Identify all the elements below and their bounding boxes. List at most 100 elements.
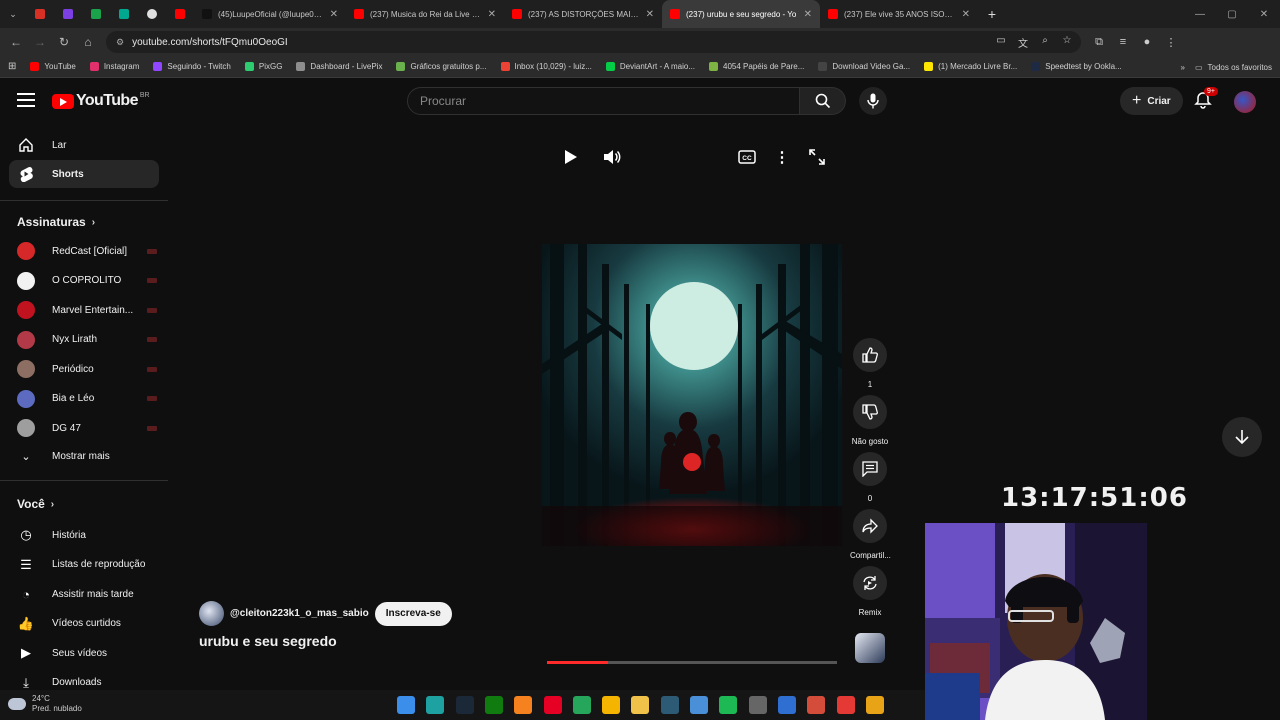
sidebar-item-playlist[interactable]: ☰ Listas de reprodução bbox=[9, 551, 159, 579]
app-orange-icon[interactable] bbox=[514, 696, 533, 714]
file-explorer-icon[interactable] bbox=[631, 696, 650, 714]
app-red-icon[interactable] bbox=[836, 696, 855, 714]
account-avatar[interactable] bbox=[1234, 91, 1256, 113]
notifications-button[interactable]: 9+ bbox=[1194, 87, 1218, 111]
bookmark-item[interactable]: Inbox (10,029) - luiz... bbox=[500, 62, 592, 71]
close-icon[interactable]: ✕ bbox=[646, 9, 654, 20]
share-button[interactable]: Compartil... bbox=[850, 509, 891, 560]
app-blue-icon[interactable] bbox=[777, 696, 796, 714]
close-icon[interactable]: ✕ bbox=[962, 9, 970, 20]
short-title[interactable]: urubu e seu segredo bbox=[199, 633, 337, 649]
volume-button[interactable] bbox=[601, 146, 623, 168]
close-icon[interactable]: ✕ bbox=[330, 9, 338, 20]
sidebar-subscription[interactable]: O COPRÓLITO bbox=[17, 269, 157, 293]
bookmark-item[interactable]: YouTube bbox=[30, 62, 76, 71]
translate-icon[interactable]: 文 bbox=[1013, 35, 1033, 50]
forward-icon[interactable]: → bbox=[28, 30, 52, 54]
cast-icon[interactable]: ▭ bbox=[991, 35, 1011, 50]
app-dark-icon[interactable] bbox=[660, 696, 679, 714]
sidebar-item-like[interactable]: 👍 Vídeos curtidos bbox=[9, 610, 159, 638]
captions-button[interactable]: CC bbox=[736, 146, 758, 168]
sidebar-item-watch-later[interactable]: ◔ Assistir mais tarde bbox=[9, 580, 159, 608]
close-icon[interactable]: ✕ bbox=[488, 9, 496, 20]
all-bookmarks[interactable]: » ▭ Todos os favoritos bbox=[1181, 56, 1273, 78]
url-bar[interactable]: ⚙ youtube.com/shorts/tFQmu0OeoGI ▭ 文 ⌕ ☆ bbox=[106, 31, 1081, 53]
you-heading[interactable]: Você › bbox=[17, 497, 54, 511]
play-button[interactable] bbox=[560, 146, 582, 168]
pinned-tab[interactable] bbox=[166, 0, 194, 28]
subscriptions-heading[interactable]: Assinaturas › bbox=[17, 215, 95, 229]
like-button[interactable]: 1 bbox=[850, 338, 890, 389]
dislike-button[interactable]: Não gosto bbox=[850, 395, 890, 446]
minimize-icon[interactable]: — bbox=[1184, 0, 1216, 28]
sidebar-item-history[interactable]: ◷ História bbox=[9, 521, 159, 549]
browser-tab[interactable]: (237) AS DISTORÇÕES MAIS CA ✕ bbox=[504, 0, 662, 28]
audio-source-button[interactable] bbox=[850, 633, 890, 663]
bookmark-star-icon[interactable]: ☆ bbox=[1057, 35, 1077, 50]
fullscreen-button[interactable] bbox=[806, 146, 828, 168]
bookmark-item[interactable]: Gráficos gratuitos p... bbox=[396, 62, 487, 71]
media-control-icon[interactable]: ≡ bbox=[1111, 36, 1135, 49]
bookmark-item[interactable]: (1) Mercado Livre Br... bbox=[924, 62, 1017, 71]
bookmark-item[interactable]: Seguindo - Twitch bbox=[153, 62, 231, 71]
browser-menu-icon[interactable]: ⋮ bbox=[1159, 36, 1183, 49]
bookmark-item[interactable]: PixGG bbox=[244, 62, 282, 71]
comments-button[interactable]: 0 bbox=[850, 452, 890, 503]
browser-tab[interactable]: (237) Ele vive 35 ANOS ISOLAD ✕ bbox=[820, 0, 978, 28]
close-window-icon[interactable]: ✕ bbox=[1248, 0, 1280, 28]
sidebar-item-home[interactable]: Lar bbox=[9, 131, 159, 159]
bookmark-item[interactable]: Speedtest by Ookla... bbox=[1031, 62, 1122, 71]
pinterest-icon[interactable] bbox=[543, 696, 562, 714]
channel-handle[interactable]: @cleiton223k1_o_mas_sabio bbox=[230, 608, 369, 619]
more-bookmarks-icon[interactable]: » bbox=[1181, 63, 1185, 72]
sidebar-subscription[interactable]: Periódico bbox=[17, 357, 157, 381]
subscribe-button[interactable]: Inscreva-se bbox=[374, 601, 452, 626]
windows-start-icon[interactable] bbox=[397, 696, 415, 714]
extensions-icon[interactable]: ⧉ bbox=[1087, 36, 1111, 49]
sidebar-subscription[interactable]: Marvel Entertain... bbox=[17, 298, 157, 322]
voice-search-button[interactable] bbox=[859, 87, 887, 115]
bookmark-item[interactable]: Instagram bbox=[89, 62, 139, 71]
youtube-logo[interactable]: YouTube BR bbox=[52, 92, 150, 110]
pinned-tab[interactable] bbox=[110, 0, 138, 28]
apps-grid-icon[interactable]: ⊞ bbox=[8, 61, 16, 72]
notepad-icon[interactable] bbox=[690, 696, 708, 714]
bookmark-item[interactable]: Download Video Ga... bbox=[818, 62, 910, 71]
browser-tab-active[interactable]: (237) urubu e seu segredo - Yo ✕ bbox=[662, 0, 820, 28]
xbox-icon[interactable] bbox=[484, 696, 503, 714]
search-input[interactable]: Procurar bbox=[407, 87, 800, 115]
sidebar-subscription[interactable]: DG 47 bbox=[17, 416, 157, 440]
back-icon[interactable]: ← bbox=[4, 30, 28, 54]
chrome-active-icon[interactable] bbox=[865, 696, 884, 714]
edge-icon[interactable] bbox=[426, 696, 445, 714]
pinned-tab[interactable] bbox=[138, 0, 166, 28]
sidebar-subscription[interactable]: RedCast [Oficial] bbox=[17, 239, 157, 263]
channel-avatar[interactable] bbox=[199, 601, 224, 626]
remix-button[interactable]: Remix bbox=[850, 566, 890, 617]
bookmark-item[interactable]: 4054 Papéis de Pare... bbox=[709, 62, 804, 71]
show-more-button[interactable]: ⌄ Mostrar mais bbox=[17, 444, 157, 468]
next-short-button[interactable] bbox=[1222, 417, 1262, 457]
sidebar-subscription[interactable]: Bia e Léo bbox=[17, 387, 157, 411]
new-tab-button[interactable]: + bbox=[978, 0, 1006, 28]
maximize-icon[interactable]: ▢ bbox=[1216, 0, 1248, 28]
sidebar-subscription[interactable]: Nyx Lirath bbox=[17, 328, 157, 352]
bookmark-item[interactable]: Dashboard - LivePix bbox=[296, 62, 382, 71]
tab-search-button[interactable]: ⌄ bbox=[0, 0, 26, 28]
bookmark-item[interactable]: DeviantArt - A maio... bbox=[605, 62, 695, 71]
weather-widget[interactable]: 24°C Pred. nublado bbox=[8, 694, 82, 714]
pinned-tab[interactable] bbox=[82, 0, 110, 28]
steam-icon[interactable] bbox=[455, 696, 474, 714]
spotify-icon[interactable] bbox=[719, 696, 738, 714]
app-green-icon[interactable] bbox=[572, 696, 591, 714]
more-options-button[interactable]: ⋮ bbox=[771, 146, 793, 168]
chrome-icon[interactable] bbox=[602, 696, 621, 714]
browser-tab[interactable]: (45)LuupeOficial (@luupe0ficial ✕ bbox=[194, 0, 346, 28]
menu-icon[interactable] bbox=[17, 93, 35, 107]
pinned-tab[interactable] bbox=[26, 0, 54, 28]
zoom-icon[interactable]: ⌕ bbox=[1035, 35, 1055, 50]
sidebar-item-your-videos[interactable]: ▶ Seus vídeos bbox=[9, 639, 159, 667]
home-button-icon[interactable]: ⌂ bbox=[76, 30, 100, 54]
app-mixed-icon[interactable] bbox=[807, 696, 826, 714]
video-progress-bar[interactable] bbox=[547, 661, 837, 664]
